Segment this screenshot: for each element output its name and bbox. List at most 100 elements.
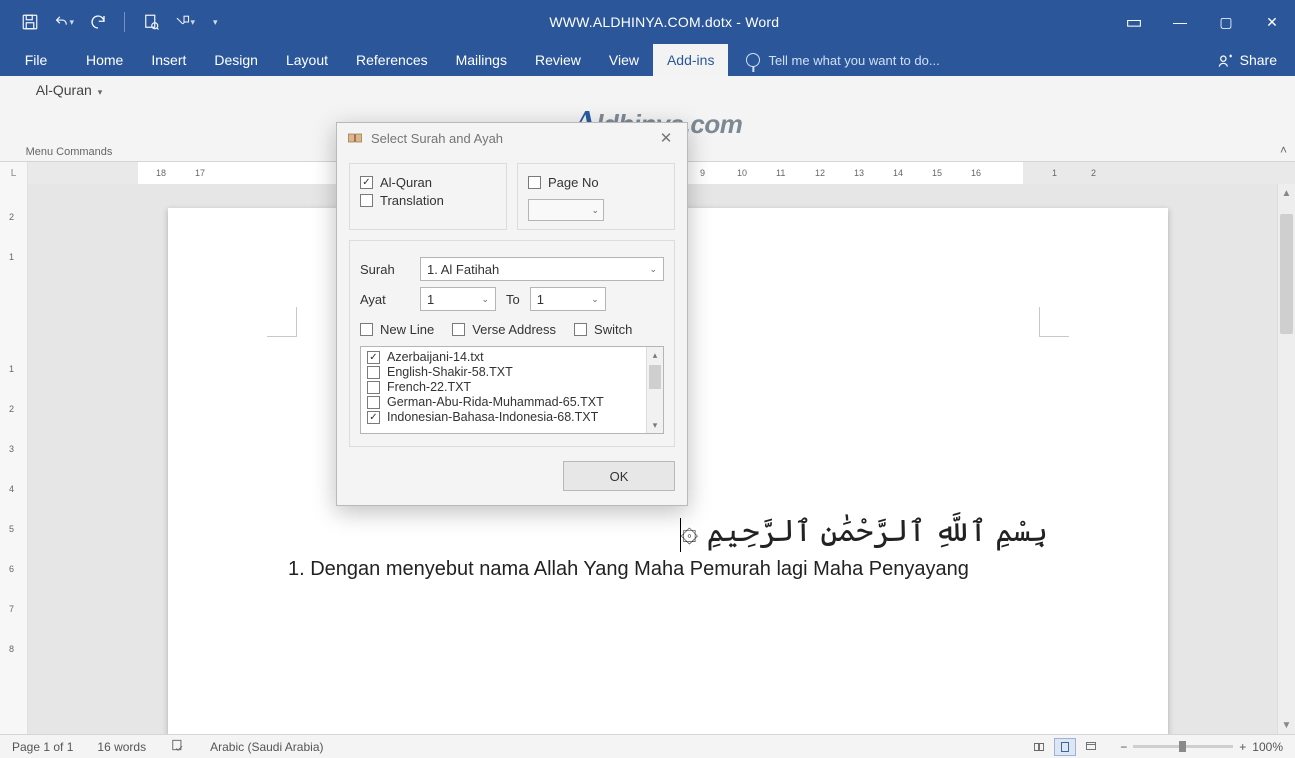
translation-text: 1. Dengan menyebut nama Allah Yang Maha … — [288, 558, 1048, 581]
proofing-icon[interactable] — [158, 738, 198, 755]
close-icon[interactable]: ✕ — [1249, 0, 1295, 44]
newline-checkbox[interactable]: New Line — [360, 322, 434, 337]
scroll-up-icon[interactable]: ▴ — [647, 347, 663, 363]
print-layout-icon[interactable] — [1054, 738, 1076, 756]
tab-insert[interactable]: Insert — [137, 44, 200, 76]
left-panel: ✓Al-Quran Translation — [349, 163, 507, 230]
translation-files-list[interactable]: ✓Azerbaijani-14.txt English-Shakir-58.TX… — [360, 346, 664, 434]
ok-button[interactable]: OK — [563, 461, 675, 491]
print-preview-icon[interactable] — [141, 12, 161, 32]
svg-text:1: 1 — [9, 364, 14, 374]
ayat-from-combo[interactable]: 1 ⌄ — [420, 287, 496, 311]
list-item[interactable]: German-Abu-Rida-Muhammad-65.TXT — [367, 395, 657, 409]
chevron-down-icon: ⌄ — [649, 264, 657, 275]
alquran-menu-button[interactable]: Al-Quran ▾ — [14, 76, 124, 98]
scroll-up-icon[interactable]: ▲ — [1278, 184, 1295, 202]
page-status[interactable]: Page 1 of 1 — [0, 740, 85, 754]
list-item[interactable]: ✓Indonesian-Bahasa-Indonesia-68.TXT — [367, 410, 657, 424]
tab-mailings[interactable]: Mailings — [442, 44, 521, 76]
vertical-ruler[interactable]: 21 12 34 56 78 — [0, 184, 28, 734]
scroll-thumb[interactable] — [1280, 214, 1293, 334]
zoom-in-button[interactable]: + — [1239, 740, 1246, 754]
list-item[interactable]: French-22.TXT — [367, 380, 657, 394]
vertical-scrollbar[interactable]: ▲ ▼ — [1277, 184, 1295, 734]
web-layout-icon[interactable] — [1080, 738, 1102, 756]
zoom-slider[interactable] — [1133, 745, 1233, 748]
tell-me-search[interactable]: Tell me what you want to do... — [728, 44, 1199, 76]
tab-view[interactable]: View — [595, 44, 653, 76]
view-mode-buttons — [1028, 738, 1108, 756]
tab-references[interactable]: References — [342, 44, 442, 76]
pageno-combo[interactable]: ⌄ — [528, 199, 604, 221]
scroll-down-icon[interactable]: ▼ — [1278, 716, 1295, 734]
ribbon-tabs: File Home Insert Design Layout Reference… — [0, 44, 1295, 76]
ribbon-options-icon[interactable]: ▭ — [1111, 0, 1157, 44]
tab-file[interactable]: File — [0, 44, 72, 76]
undo-icon[interactable]: ▾ — [54, 12, 74, 32]
window-title: WWW.ALDHINYA.COM.dotx - Word — [218, 14, 1111, 30]
arabic-verse-text: بِسْمِ ٱللَّهِ ٱلرَّحْمَٰنِ ٱلرَّحِيمِ ۞ — [678, 508, 1048, 561]
collapse-ribbon-icon[interactable]: ˄ — [1280, 143, 1287, 157]
chevron-down-icon: ⌄ — [481, 294, 489, 305]
share-button[interactable]: Share — [1200, 44, 1295, 76]
tab-design[interactable]: Design — [200, 44, 272, 76]
tell-me-placeholder: Tell me what you want to do... — [768, 53, 939, 68]
list-item[interactable]: ✓Azerbaijani-14.txt — [367, 350, 657, 364]
zoom-thumb[interactable] — [1179, 741, 1186, 752]
save-icon[interactable] — [20, 12, 40, 32]
list-item[interactable]: English-Shakir-58.TXT — [367, 365, 657, 379]
svg-text:8: 8 — [9, 644, 14, 654]
word-count[interactable]: 16 words — [85, 740, 158, 754]
language-status[interactable]: Arabic (Saudi Arabia) — [198, 740, 335, 754]
customize-qat-icon[interactable]: ▾ — [213, 17, 218, 28]
svg-text:2: 2 — [1091, 168, 1096, 178]
translation-checkbox[interactable]: Translation — [360, 193, 496, 208]
dialog-titlebar[interactable]: Select Surah and Ayah ✕ — [337, 123, 687, 153]
chevron-down-icon[interactable]: ▾ — [190, 17, 195, 28]
listbox-scrollbar[interactable]: ▴ ▾ — [646, 347, 663, 433]
ruler-corner[interactable]: L — [0, 162, 28, 184]
switch-checkbox[interactable]: Switch — [574, 322, 632, 337]
zoom-level[interactable]: 100% — [1252, 740, 1283, 754]
scroll-down-icon[interactable]: ▾ — [647, 417, 663, 433]
ayat-label: Ayat — [360, 292, 420, 307]
tab-home[interactable]: Home — [72, 44, 137, 76]
alquran-checkbox[interactable]: ✓Al-Quran — [360, 175, 496, 190]
draw-table-icon[interactable]: ▾ — [175, 12, 195, 32]
close-button[interactable]: ✕ — [655, 127, 677, 149]
read-mode-icon[interactable] — [1028, 738, 1050, 756]
surah-value: 1. Al Fatihah — [427, 262, 499, 277]
pageno-checkbox[interactable]: Page No — [528, 175, 599, 190]
chevron-down-icon: ⌄ — [591, 294, 599, 305]
book-icon — [347, 132, 363, 144]
minimize-icon[interactable]: — — [1157, 0, 1203, 44]
svg-text:4: 4 — [9, 484, 14, 494]
surah-combo[interactable]: 1. Al Fatihah ⌄ — [420, 257, 664, 281]
svg-text:3: 3 — [9, 444, 14, 454]
main-panel: Surah 1. Al Fatihah ⌄ Ayat 1 ⌄ To 1 ⌄ — [349, 240, 675, 447]
maximize-icon[interactable]: ▢ — [1203, 0, 1249, 44]
tab-addins[interactable]: Add-ins — [653, 44, 728, 76]
ribbon-group-menu-commands: Al-Quran ▾ Menu Commands — [14, 76, 124, 162]
svg-text:5: 5 — [9, 524, 14, 534]
zoom-out-button[interactable]: − — [1120, 740, 1127, 754]
svg-text:10: 10 — [737, 168, 747, 178]
tab-review[interactable]: Review — [521, 44, 595, 76]
svg-text:1: 1 — [1052, 168, 1057, 178]
ayat-to-combo[interactable]: 1 ⌄ — [530, 287, 606, 311]
svg-text:14: 14 — [893, 168, 903, 178]
svg-text:15: 15 — [932, 168, 942, 178]
chevron-down-icon[interactable]: ▾ — [69, 17, 74, 28]
zoom-controls: − + 100% — [1108, 740, 1295, 754]
redo-icon[interactable] — [88, 12, 108, 32]
ayat-to-value: 1 — [537, 292, 544, 307]
scroll-thumb[interactable] — [649, 365, 661, 389]
svg-text:9: 9 — [700, 168, 705, 178]
tab-layout[interactable]: Layout — [272, 44, 342, 76]
verse-address-checkbox[interactable]: Verse Address — [452, 322, 556, 337]
quick-access-toolbar: ▾ ▾ ▾ — [0, 12, 218, 32]
svg-text:7: 7 — [9, 604, 14, 614]
select-surah-dialog: Select Surah and Ayah ✕ ✓Al-Quran Transl… — [336, 122, 688, 506]
share-icon — [1218, 52, 1234, 68]
window-controls: ▭ — ▢ ✕ — [1111, 0, 1295, 44]
